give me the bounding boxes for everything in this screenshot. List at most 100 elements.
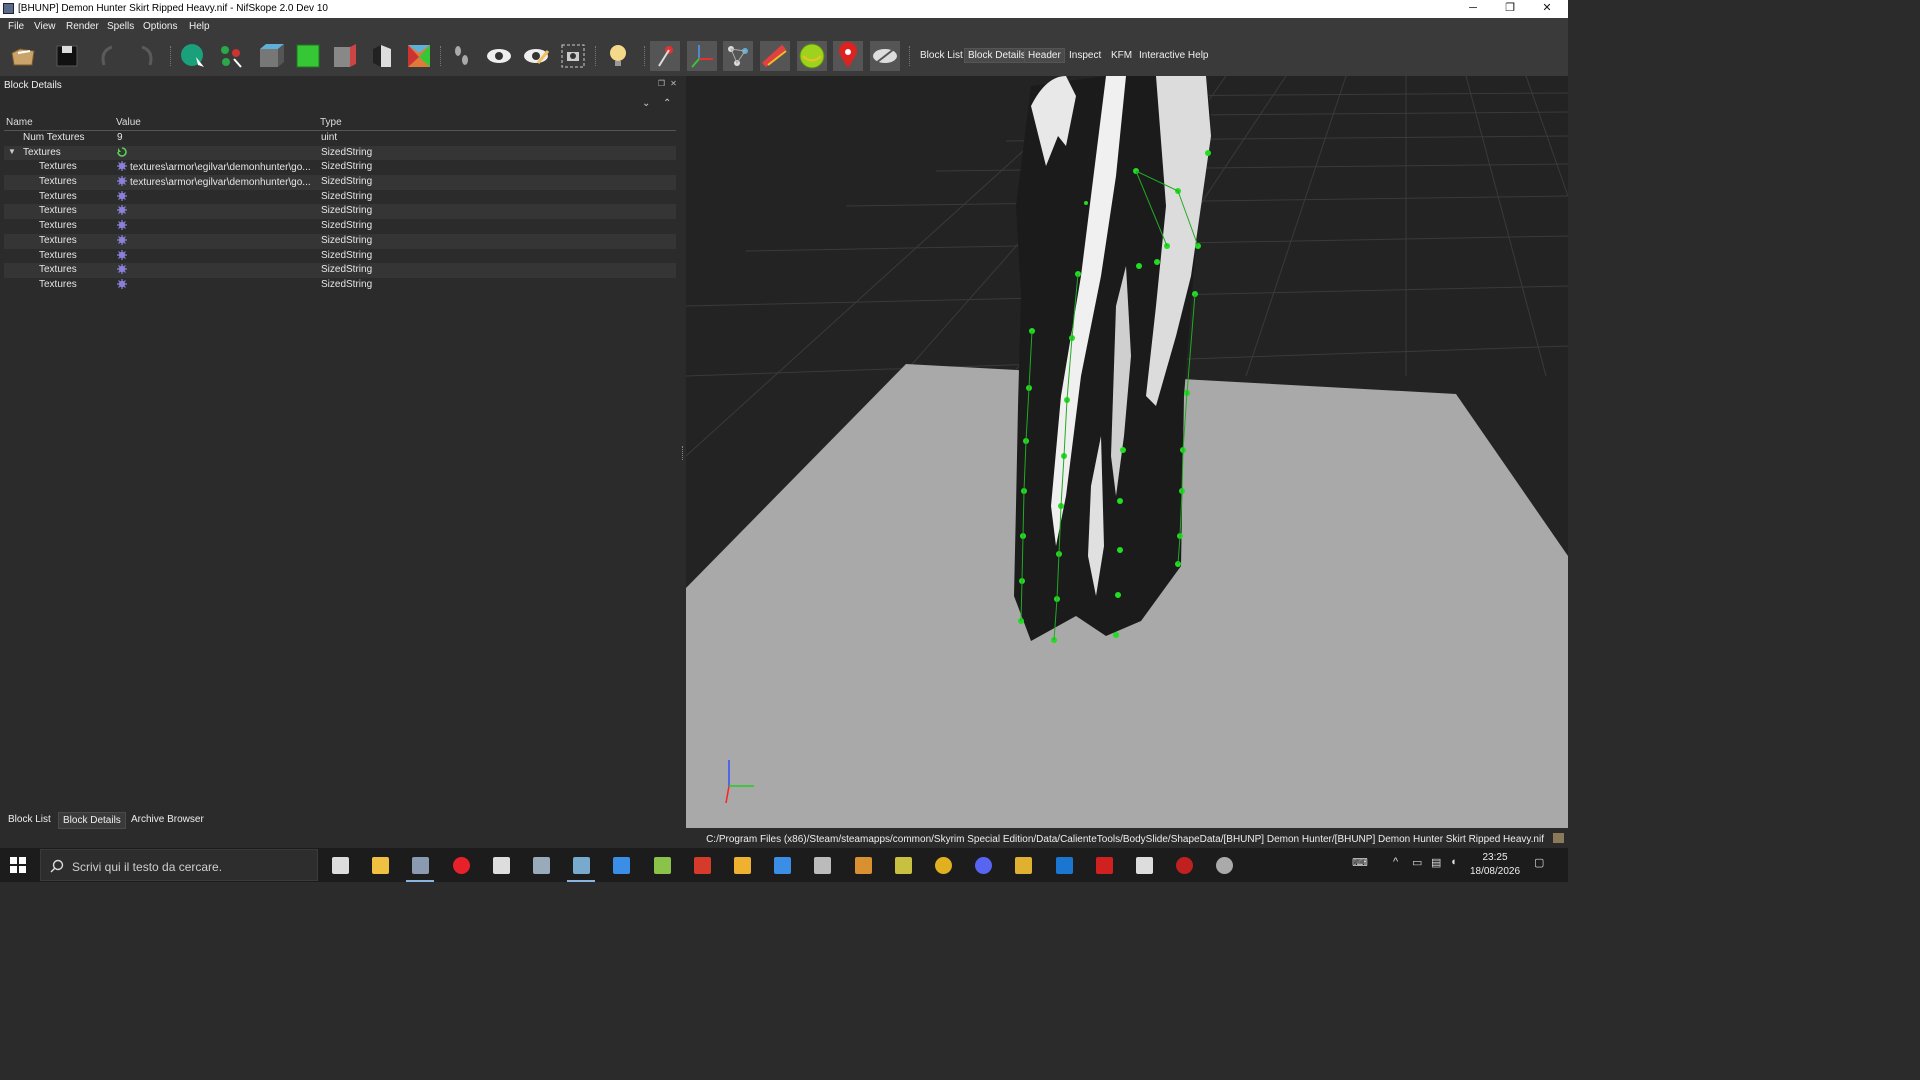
table-row[interactable]: Textures SizedString [4, 204, 676, 220]
collision-button[interactable] [797, 41, 827, 71]
row-value[interactable] [117, 249, 317, 262]
screenshot-button[interactable] [558, 41, 588, 71]
taskbar-clock[interactable]: 23:25 18/08/2026 [1466, 851, 1524, 879]
tab-kfm[interactable]: KFM [1108, 49, 1135, 62]
scene-render[interactable] [686, 76, 1568, 828]
taskbar-app-button[interactable] [1044, 852, 1084, 880]
taskbar-app-button[interactable] [561, 852, 601, 882]
panel-splitter[interactable] [682, 446, 685, 460]
taskbar-app-button[interactable] [601, 852, 641, 880]
footsteps-button[interactable] [447, 41, 477, 71]
table-row[interactable]: ▼ Textures SizedString [4, 145, 676, 161]
taskbar-app-button[interactable] [441, 852, 481, 880]
redo-button[interactable] [130, 41, 160, 71]
taskbar-app-button[interactable] [1084, 852, 1124, 880]
taskbar-app-button[interactable] [963, 852, 1003, 880]
tab-header[interactable]: Header [1024, 48, 1065, 63]
taskbar-app-button[interactable] [923, 852, 963, 880]
menu-help[interactable]: Help [189, 21, 210, 32]
axes-button[interactable] [687, 41, 717, 71]
view-side-button[interactable] [330, 41, 360, 71]
taskbar-app-button[interactable] [722, 852, 762, 880]
taskbar-app-button[interactable] [843, 852, 883, 880]
tab-interactive-help[interactable]: Interactive Help [1136, 49, 1211, 62]
taskbar-app-button[interactable] [1124, 852, 1164, 880]
row-value[interactable] [117, 264, 317, 276]
taskbar-app-button[interactable] [1164, 852, 1204, 880]
taskbar-app-button[interactable] [320, 852, 360, 880]
collapse-all-icon[interactable]: ⌃ [663, 98, 671, 109]
bottom-tab-block-list[interactable]: Block List [4, 812, 55, 827]
view-walk-button[interactable] [404, 41, 434, 71]
load-button[interactable] [8, 41, 38, 71]
minimize-button[interactable]: ─ [1455, 0, 1491, 18]
row-value[interactable]: textures\armor\egilvar\demonhunter\go... [117, 161, 317, 173]
nodes-button[interactable] [723, 41, 753, 71]
bottom-tab-archive-browser[interactable]: Archive Browser [127, 812, 208, 827]
taskbar-app-button[interactable] [521, 852, 561, 880]
menu-spells[interactable]: Spells [107, 21, 134, 32]
chevron-up-icon[interactable]: ^ [1393, 856, 1398, 868]
menu-file[interactable]: File [8, 21, 24, 32]
table-row[interactable]: Textures SizedString [4, 263, 676, 278]
network-icon[interactable]: ▤ [1431, 856, 1441, 869]
marker-button[interactable] [833, 41, 863, 71]
pin-button[interactable] [650, 41, 680, 71]
view-top-button[interactable] [256, 41, 286, 71]
menu-view[interactable]: View [34, 21, 56, 32]
taskbar-app-button[interactable] [400, 852, 440, 882]
table-row[interactable]: Textures textures\armor\egilvar\demonhunt… [4, 160, 676, 175]
taskbar-app-button[interactable] [1204, 852, 1244, 880]
lighting-button[interactable] [603, 41, 633, 71]
table-row[interactable]: Textures SizedString [4, 190, 676, 205]
row-value[interactable] [117, 234, 317, 247]
row-value[interactable] [117, 205, 317, 217]
row-value[interactable] [117, 146, 317, 159]
table-row[interactable]: Num Textures 9 uint [4, 131, 676, 146]
view-user-button[interactable] [367, 41, 397, 71]
taskbar-app-button[interactable] [1003, 852, 1043, 880]
keyboard-icon[interactable]: ⌨ [1352, 856, 1368, 869]
taskbar-app-button[interactable] [642, 852, 682, 880]
table-row[interactable]: Textures SizedString [4, 219, 676, 234]
tab-block-details[interactable]: Block Details [964, 48, 1030, 63]
notification-icon[interactable]: ▢ [1534, 856, 1544, 869]
taskbar-app-button[interactable] [762, 852, 802, 880]
column-type-header[interactable]: Type [320, 117, 342, 128]
taskbar-app-button[interactable] [360, 852, 400, 880]
eye-button[interactable] [484, 41, 514, 71]
close-button[interactable]: ✕ [1529, 0, 1565, 18]
save-button[interactable] [52, 41, 82, 71]
column-value-header[interactable]: Value [116, 117, 141, 128]
row-value[interactable]: textures\armor\egilvar\demonhunter\go... [117, 176, 317, 188]
tab-block-list[interactable]: Block List [917, 49, 966, 62]
undo-button[interactable] [94, 41, 124, 71]
device-icon[interactable]: ▭ [1412, 856, 1422, 869]
restore-button[interactable]: ❐ [1492, 0, 1528, 18]
view-front-button[interactable] [293, 41, 323, 71]
windows-start-icon[interactable] [10, 857, 26, 873]
hidden-button[interactable] [870, 41, 900, 71]
taskbar-app-button[interactable] [883, 852, 923, 880]
taskbar-app-button[interactable] [481, 852, 521, 880]
constraints-button[interactable] [760, 41, 790, 71]
row-value[interactable] [117, 190, 317, 203]
float-icon[interactable]: ❐ [657, 79, 666, 88]
volume-icon[interactable]: ◖ [1450, 856, 1457, 868]
menu-options[interactable]: Options [143, 21, 177, 32]
table-row[interactable]: Textures SizedString [4, 278, 676, 293]
table-row[interactable]: Textures textures\armor\egilvar\demonhunt… [4, 175, 676, 190]
expand-arrow-icon[interactable]: ▼ [8, 147, 16, 156]
row-value[interactable] [117, 278, 317, 291]
select-vertex-button[interactable] [216, 41, 246, 71]
expand-all-icon[interactable]: ⌄ [642, 98, 650, 109]
menu-render[interactable]: Render [66, 21, 99, 32]
bottom-tab-block-details[interactable]: Block Details [58, 812, 126, 829]
table-row[interactable]: Textures SizedString [4, 233, 676, 249]
tab-inspect[interactable]: Inspect [1066, 49, 1104, 62]
render-viewport[interactable] [686, 76, 1568, 828]
taskbar-search-box[interactable]: Scrivi qui il testo da cercare. [40, 849, 318, 881]
close-icon[interactable]: ✕ [669, 79, 678, 88]
table-row[interactable]: Textures SizedString [4, 249, 676, 264]
row-value[interactable]: 9 [117, 132, 317, 143]
